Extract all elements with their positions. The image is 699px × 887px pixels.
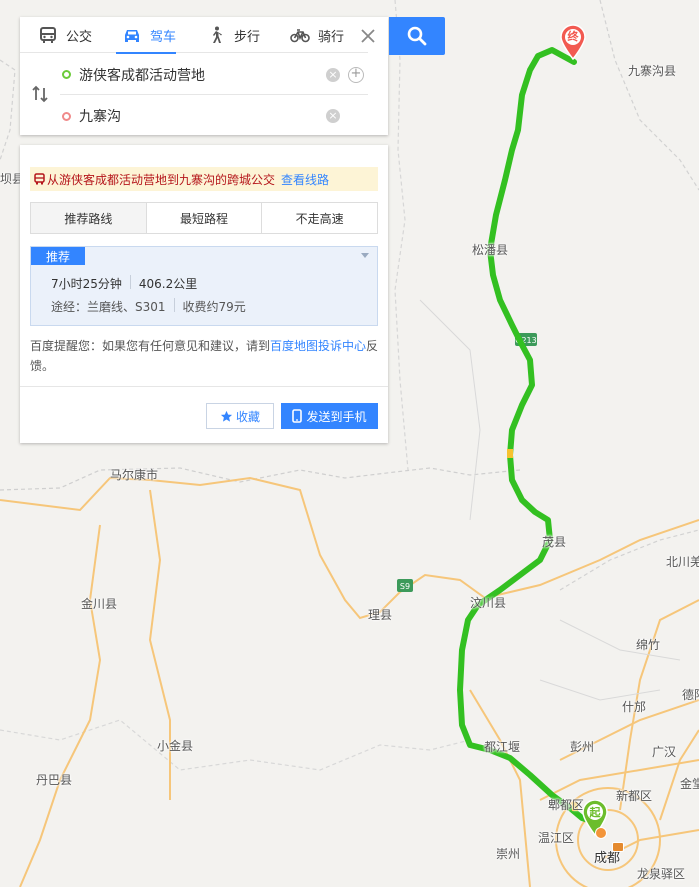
walk-icon [213, 26, 222, 43]
bus-tip-icon [34, 173, 45, 185]
tab-walk-label: 步行 [234, 29, 261, 45]
end-point-row: × [60, 96, 368, 136]
add-waypoint-button[interactable]: + [348, 67, 364, 83]
start-point-row: × + [60, 55, 368, 95]
map-label-xindu: 新都区 [616, 789, 653, 803]
end-marker[interactable]: 终 [559, 24, 587, 60]
clear-end-button[interactable]: × [326, 109, 340, 123]
star-icon [220, 410, 233, 422]
end-marker-label: 终 [567, 30, 579, 43]
plan-tag: 推荐 [31, 247, 85, 265]
bus-tip-text: 从游侠客成都活动营地到九寨沟的跨城公交 [47, 172, 276, 187]
bike-icon [290, 29, 310, 43]
map-label-pengzhou: 彭州 [570, 740, 595, 754]
map-label-guanghan: 广汉 [652, 745, 677, 759]
feedback-note: 百度提醒您：如果您有任何意见和建议，请到百度地图投诉中心反馈。 [30, 336, 380, 376]
search-icon [407, 26, 427, 46]
plan-toll: 收费约79元 [182, 300, 246, 314]
route-plan-card[interactable]: 推荐 7小时25分钟 406.2公里 途经：兰磨线、S301 收费约79元 [30, 246, 378, 326]
home-poi-icon[interactable] [595, 827, 607, 839]
plan-distance: 406.2公里 [138, 277, 198, 291]
end-dot-icon [62, 111, 71, 121]
send-to-phone-button[interactable]: 发送到手机 [281, 403, 378, 429]
favorite-button[interactable]: 收藏 [206, 403, 274, 429]
search-button[interactable] [389, 17, 445, 55]
map-label-jiuzhaigou-county: 九寨沟县 [628, 64, 677, 78]
map-label-deyang: 德阳 [682, 688, 699, 702]
complaint-center-link[interactable]: 百度地图投诉中心 [270, 339, 366, 353]
map-label-shifang: 什邡 [622, 700, 647, 714]
car-icon [125, 30, 139, 42]
map-label-maoxian: 茂县 [542, 535, 567, 549]
route-strategy-tabs: 推荐路线 最短路程 不走高速 [30, 202, 378, 234]
map-label-lixian: 理县 [368, 608, 393, 622]
plan-details: 途经：兰磨线、S301 收费约79元 [51, 298, 246, 315]
end-point-input[interactable] [79, 108, 299, 124]
tab-bike[interactable]: 骑行 [272, 17, 356, 53]
start-point-input[interactable] [79, 66, 299, 83]
tab-bus-label: 公交 [66, 29, 93, 45]
map-label-mianzhu: 绵竹 [636, 638, 661, 652]
map-label-songpan: 松潘县 [472, 243, 509, 257]
map-label-chongzhou: 崇州 [496, 847, 521, 861]
travel-mode-tabs: 公交 驾车 步行 骑行 [20, 17, 368, 54]
tab-drive-label: 驾车 [150, 29, 177, 45]
tab-bus[interactable]: 公交 [20, 17, 104, 53]
s9-shield: S9 [397, 579, 413, 592]
map-label-pixian: 郫都区 [548, 798, 585, 812]
plan-summary: 7小时25分钟 406.2公里 [51, 275, 197, 292]
tab-shortest[interactable]: 最短路程 [146, 203, 263, 233]
route-search-panel: 公交 驾车 步行 骑行 × + × [20, 17, 388, 135]
route-actions: 收藏 发送到手机 [20, 386, 388, 443]
bus-icon [40, 27, 56, 43]
map-label-barkam: 马尔康市 [110, 468, 159, 482]
feedback-prefix: 百度提醒您：如果您有任何意见和建议，请到 [30, 339, 271, 353]
start-marker-label: 起 [589, 806, 601, 819]
plan-duration: 7小时25分钟 [51, 277, 122, 291]
favorite-label: 收藏 [235, 409, 260, 424]
svg-text:S9: S9 [400, 582, 410, 591]
route-result-panel: 从游侠客成都活动营地到九寨沟的跨城公交 查看线路 推荐路线 最短路程 不走高速 … [20, 145, 388, 443]
swap-icon [32, 85, 48, 103]
map-label-jintang: 金堂 [680, 777, 699, 791]
transit-poi-icon[interactable] [612, 842, 624, 852]
tab-recommended[interactable]: 推荐路线 [31, 203, 147, 233]
map-label-beichuan: 北川羌 [666, 555, 699, 569]
map-label-dujiangyan: 都江堰 [484, 740, 521, 754]
clear-start-button[interactable]: × [326, 68, 340, 82]
chevron-down-icon[interactable] [361, 253, 369, 258]
map-label-danba: 丹巴县 [36, 773, 73, 787]
tab-drive[interactable]: 驾车 [104, 17, 188, 54]
map-label-xiaojin: 小金县 [157, 739, 194, 753]
map-label-wenchuan: 汶川县 [470, 596, 507, 610]
view-bus-route-link[interactable]: 查看线路 [281, 171, 329, 188]
tab-bike-label: 骑行 [318, 29, 345, 45]
plan-via: 途经：兰磨线、S301 [51, 300, 166, 314]
intercity-bus-tip: 从游侠客成都活动营地到九寨沟的跨城公交 查看线路 [30, 167, 378, 191]
map-label-wenjiang: 温江区 [538, 831, 575, 845]
swap-route-button[interactable] [30, 84, 50, 104]
tab-no-highway[interactable]: 不走高速 [262, 203, 378, 233]
start-dot-icon [62, 70, 71, 79]
send-label: 发送到手机 [306, 409, 367, 424]
close-button[interactable] [350, 19, 386, 53]
close-icon [361, 29, 375, 43]
phone-icon [292, 409, 303, 423]
tab-walk[interactable]: 步行 [188, 17, 272, 53]
map-label-longquanyi: 龙泉驿区 [637, 867, 686, 881]
map-label-jinchuan: 金川县 [81, 597, 118, 611]
